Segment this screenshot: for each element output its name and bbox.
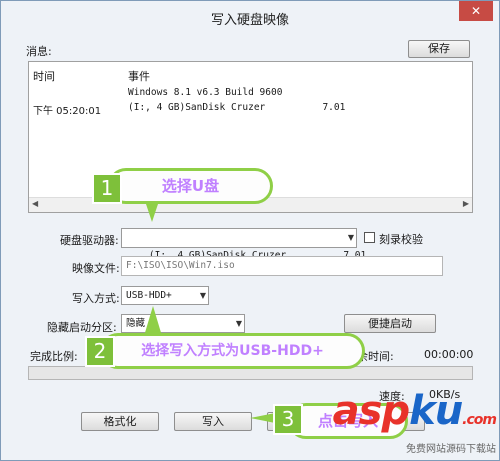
write-button[interactable]: 写入 bbox=[174, 412, 252, 431]
row-1-event: Windows 8.1 v6.3 Build 9600 bbox=[128, 87, 283, 98]
window-title: 写入硬盘映像 bbox=[210, 13, 289, 28]
write-method-select[interactable]: USB-HDD+ ▼ bbox=[121, 286, 209, 305]
write-method-value: USB-HDD+ bbox=[126, 290, 172, 301]
drive-label: 硬盘驱动器: bbox=[60, 234, 119, 247]
chevron-down-icon: ▼ bbox=[235, 319, 242, 328]
progress-label: 完成比例: bbox=[30, 350, 78, 363]
chevron-down-icon: ▼ bbox=[199, 291, 206, 300]
image-file-field[interactable]: F:\ISO\ISO\Win7.iso bbox=[121, 256, 443, 276]
close-button[interactable]: ✕ bbox=[459, 1, 493, 21]
site-watermark: aspku.com 免费网站源码下载站 bbox=[332, 388, 497, 455]
verify-checkbox[interactable] bbox=[364, 232, 375, 243]
save-button[interactable]: 保存 bbox=[408, 40, 470, 58]
callout-1-text: 选择U盘 bbox=[161, 177, 220, 195]
format-button[interactable]: 格式化 bbox=[81, 412, 159, 431]
row-2-event: (I:, 4 GB)SanDisk Cruzer 7.01 bbox=[128, 102, 346, 113]
time-remaining-value: 00:00:00 bbox=[424, 348, 474, 361]
callout-2-number: 2 bbox=[85, 336, 115, 367]
column-header-time[interactable]: 时间 bbox=[33, 68, 55, 84]
watermark-logo: aspku.com bbox=[332, 388, 497, 440]
write-method-label: 写入方式: bbox=[72, 292, 120, 305]
close-icon: ✕ bbox=[470, 4, 482, 18]
row-2-time: 下午 05:20:01 bbox=[33, 106, 102, 117]
verify-label: 刻录校验 bbox=[379, 233, 423, 246]
callout-3-number: 3 bbox=[273, 404, 303, 435]
watermark-main-a: asp bbox=[332, 388, 410, 434]
watermark-subtitle: 免费网站源码下载站 bbox=[406, 444, 496, 455]
watermark-suffix: .com bbox=[462, 412, 497, 428]
title-bar: 写入硬盘映像 ✕ bbox=[1, 1, 499, 33]
scroll-left-icon[interactable]: ◀ bbox=[32, 199, 38, 208]
image-file-label: 映像文件: bbox=[72, 262, 120, 275]
hidden-partition-label: 隐藏启动分区: bbox=[47, 321, 117, 334]
column-header-event[interactable]: 事件 bbox=[128, 68, 150, 84]
hidden-partition-value: 隐藏 bbox=[126, 318, 146, 329]
messages-label: 消息: bbox=[26, 45, 52, 58]
drive-select[interactable]: (I:, 4 GB)SanDisk Cruzer 7.01 ▼ bbox=[121, 228, 366, 261]
convenient-boot-button[interactable]: 便捷启动 bbox=[344, 314, 436, 333]
callout-2-text: 选择写入方式为USB-HDD+ bbox=[141, 343, 324, 359]
callout-2-pointer bbox=[144, 306, 162, 336]
hidden-partition-select[interactable]: 隐藏 ▼ bbox=[121, 314, 245, 333]
watermark-main-b: ku bbox=[409, 388, 463, 434]
callout-1: 选择U盘 bbox=[108, 168, 273, 204]
scroll-right-icon[interactable]: ▶ bbox=[463, 199, 469, 208]
chevron-down-icon: ▼ bbox=[347, 233, 354, 242]
callout-1-number: 1 bbox=[92, 173, 122, 204]
callout-2: 选择写入方式为USB-HDD+ bbox=[100, 333, 365, 369]
